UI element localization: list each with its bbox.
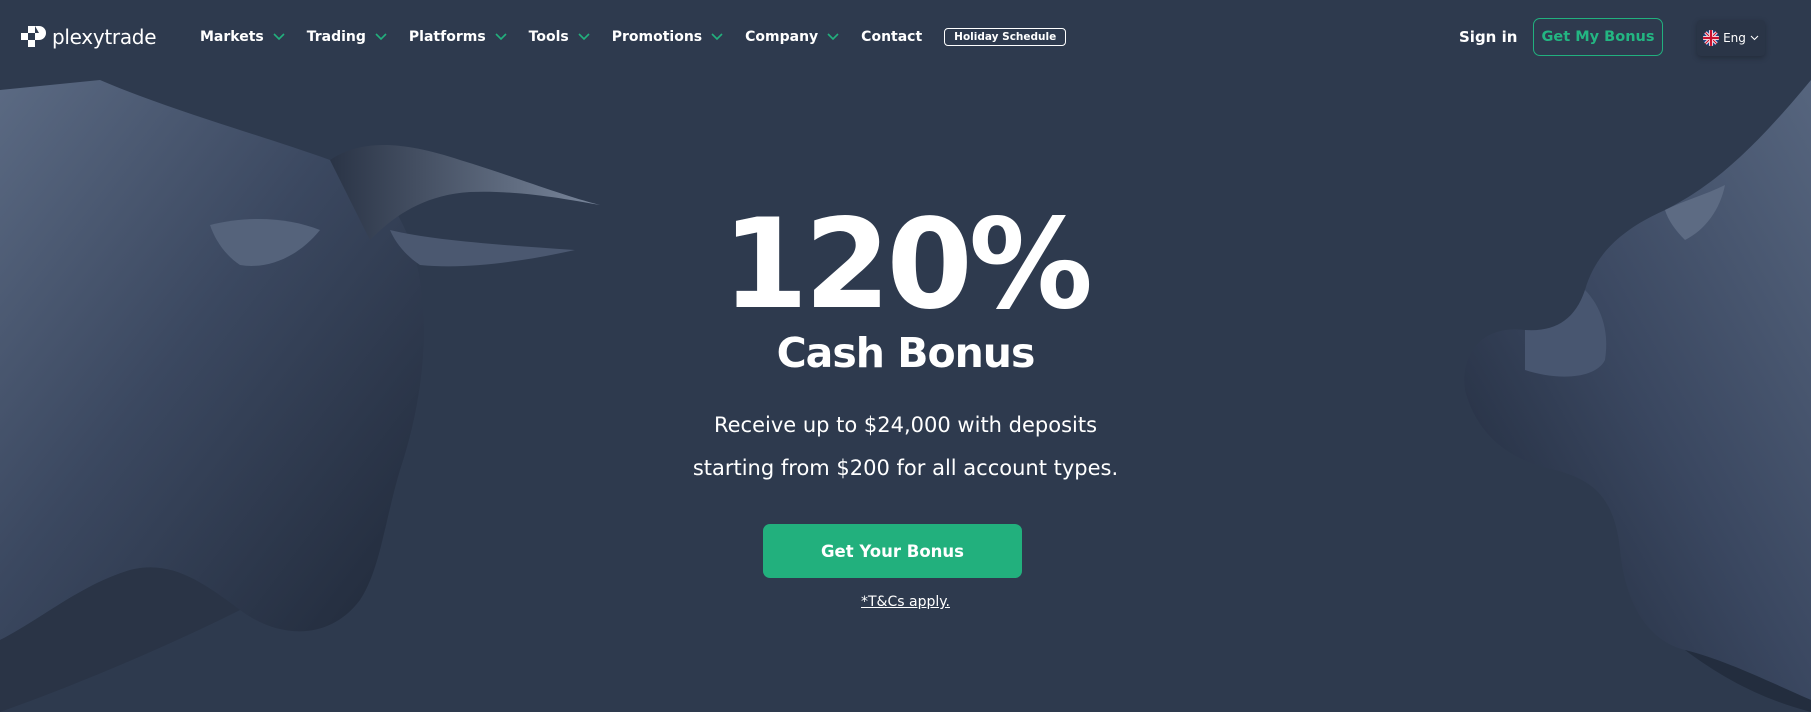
hero-description: Receive up to $24,000 with deposits star… [0,404,1811,490]
nav-item-markets[interactable]: Markets [200,29,285,45]
hero-description-line: Receive up to $24,000 with deposits [713,413,1098,437]
chevron-down-icon [375,33,387,41]
get-your-bonus-button[interactable]: Get Your Bonus [763,524,1022,578]
nav-item-label: Trading [306,29,366,45]
sign-in-link[interactable]: Sign in [1459,28,1517,46]
chevron-down-icon [711,33,723,41]
chevron-down-icon [273,33,285,41]
logo-icon [21,26,46,47]
language-label: Eng [1723,31,1746,45]
nav-item-trading[interactable]: Trading [307,29,387,45]
uk-flag-icon [1703,30,1720,46]
hero-section: 120% Cash Bonus Receive up to $24,000 wi… [0,0,1811,712]
nav-item-promotions[interactable]: Promotions [612,29,723,45]
nav-item-contact[interactable]: Contact [861,29,922,45]
chevron-down-icon [1750,35,1759,41]
brand-name: plexytrade [52,24,157,49]
hero-subheadline: Cash Bonus [776,329,1036,377]
nav-item-label: Markets [200,29,264,45]
nav-item-label: Tools [528,29,569,45]
site-header: plexytrade Markets Trading Platforms Too… [0,0,1811,76]
nav-item-label: Contact [861,29,923,45]
nav-item-company[interactable]: Company [745,29,839,45]
nav-item-label: Promotions [611,29,703,45]
brand-logo[interactable]: plexytrade [21,23,157,50]
language-selector[interactable]: Eng [1697,20,1765,56]
terms-link[interactable]: *T&Cs apply. [0,594,1811,610]
holiday-schedule-button[interactable]: Holiday Schedule [944,28,1067,46]
main-nav: Markets Trading Platforms Tools Promotio… [200,28,1067,46]
get-my-bonus-button[interactable]: Get My Bonus [1533,18,1663,56]
nav-item-label: Platforms [408,29,486,45]
nav-item-platforms[interactable]: Platforms [409,29,507,45]
chevron-down-icon [578,33,590,41]
chevron-down-icon [495,33,507,41]
hero-headline: 120% [721,193,1093,337]
chevron-down-icon [827,33,839,41]
nav-item-label: Company [745,29,819,45]
hero-description-line: starting from $200 for all account types… [692,456,1119,480]
nav-item-tools[interactable]: Tools [529,29,590,45]
